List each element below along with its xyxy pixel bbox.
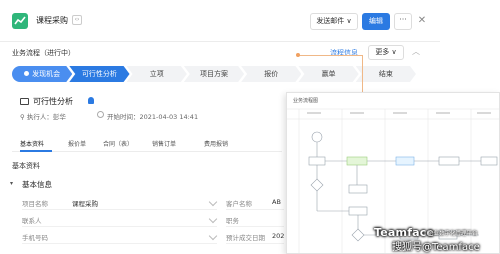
record-header: 课程采购 ‹› 发送邮件 ∨ 编辑 ··· ✕ (0, 0, 440, 42)
process-step[interactable]: 可行性分析 (69, 66, 129, 82)
record-title: 课程采购 (36, 16, 68, 25)
field-label: 联系人 (22, 217, 42, 225)
clock-icon (97, 111, 104, 118)
process-step[interactable]: 结束 (356, 66, 416, 82)
start-time: 开始时间：2021-04-03 14:41 (107, 113, 199, 121)
process-step-label: 可行性分析 (81, 70, 117, 78)
process-steps: 发现机会 可行性分析 立项 项目方案 报价 赢单 结束 (12, 66, 416, 82)
process-step-label: 报价 (264, 70, 279, 78)
field-label: 职务 (226, 217, 239, 225)
field-divider (226, 209, 284, 210)
tab-item[interactable]: 费用报销 (204, 139, 228, 148)
edit-pencil-icon[interactable] (208, 231, 218, 241)
field-label: 项目名称 (22, 200, 48, 208)
collapse-icon[interactable]: ︿ (412, 46, 420, 57)
active-tab-indicator (20, 150, 52, 152)
process-step[interactable]: 立项 (127, 66, 187, 82)
basic-info-group-title: 基本信息 (22, 180, 52, 189)
caret-down-icon[interactable]: ▾ (10, 180, 13, 187)
process-step-label: 项目方案 (199, 70, 228, 78)
field-label: 手机号码 (22, 234, 48, 242)
field-divider (226, 243, 284, 244)
edit-button[interactable]: 编辑 (362, 13, 390, 30)
basic-section-title: 基本资料 (12, 162, 40, 170)
executor: ⚲ 执行人：彭华 (20, 111, 66, 121)
process-step-label: 结束 (378, 70, 393, 78)
tab-item[interactable]: 报价单 (68, 139, 86, 148)
process-step[interactable]: 项目方案 (184, 66, 244, 82)
process-step[interactable]: 发现机会 (12, 66, 72, 82)
more-button[interactable]: 更多 ∨ (368, 45, 404, 60)
record-tabs: 基本资料 报价单 合同（表） 销售订单 费用报销 (12, 138, 282, 152)
tab-item[interactable]: 合同（表） (103, 139, 133, 148)
stage-name: 可行性分析 (33, 97, 73, 106)
bell-icon[interactable] (88, 97, 94, 104)
edit-pencil-icon[interactable] (208, 214, 218, 224)
connector-line (298, 55, 362, 56)
more-actions-button[interactable]: ··· (394, 13, 412, 30)
field-value[interactable]: 课程采购 (72, 198, 98, 208)
user-icon: ⚲ (20, 113, 27, 121)
connector-dot (296, 53, 300, 57)
watermark-subtitle: 企业数字化管理平台 (428, 231, 478, 237)
executor-text: 执行人：彭华 (26, 113, 66, 121)
app-logo-icon (12, 13, 28, 29)
field-divider (22, 243, 217, 244)
tab-item[interactable]: 基本资料 (20, 139, 44, 148)
process-step[interactable]: 赢单 (298, 66, 358, 82)
field-divider (22, 226, 217, 227)
process-step-label: 发现机会 (32, 70, 61, 78)
close-icon[interactable]: ✕ (416, 14, 428, 28)
edit-pencil-icon[interactable] (208, 197, 218, 207)
rename-icon[interactable]: ‹› (72, 15, 82, 25)
field-divider (22, 209, 217, 210)
tab-item[interactable]: 销售订单 (152, 139, 176, 148)
send-mail-button[interactable]: 发送邮件 ∨ (310, 13, 358, 30)
field-label: 预计成交日期 (226, 234, 265, 242)
connector-line (362, 55, 363, 96)
process-title: 业务流程（进行中） (12, 49, 75, 57)
field-label: 客户名称 (226, 200, 252, 208)
process-step-label: 赢单 (321, 70, 336, 78)
flowchart-link[interactable]: 流程信息 (330, 48, 358, 58)
field-value[interactable]: 202 (272, 232, 284, 240)
stage-icon (20, 98, 29, 105)
process-step[interactable]: 报价 (241, 66, 301, 82)
field-divider (226, 226, 284, 227)
field-value[interactable]: AB (272, 198, 281, 206)
watermark-sohu: 搜狐号@Teamface (392, 242, 480, 253)
process-step-label: 立项 (149, 70, 164, 78)
flowchart-title: 业务流程图 (293, 98, 319, 104)
step-done-dot (24, 71, 29, 76)
